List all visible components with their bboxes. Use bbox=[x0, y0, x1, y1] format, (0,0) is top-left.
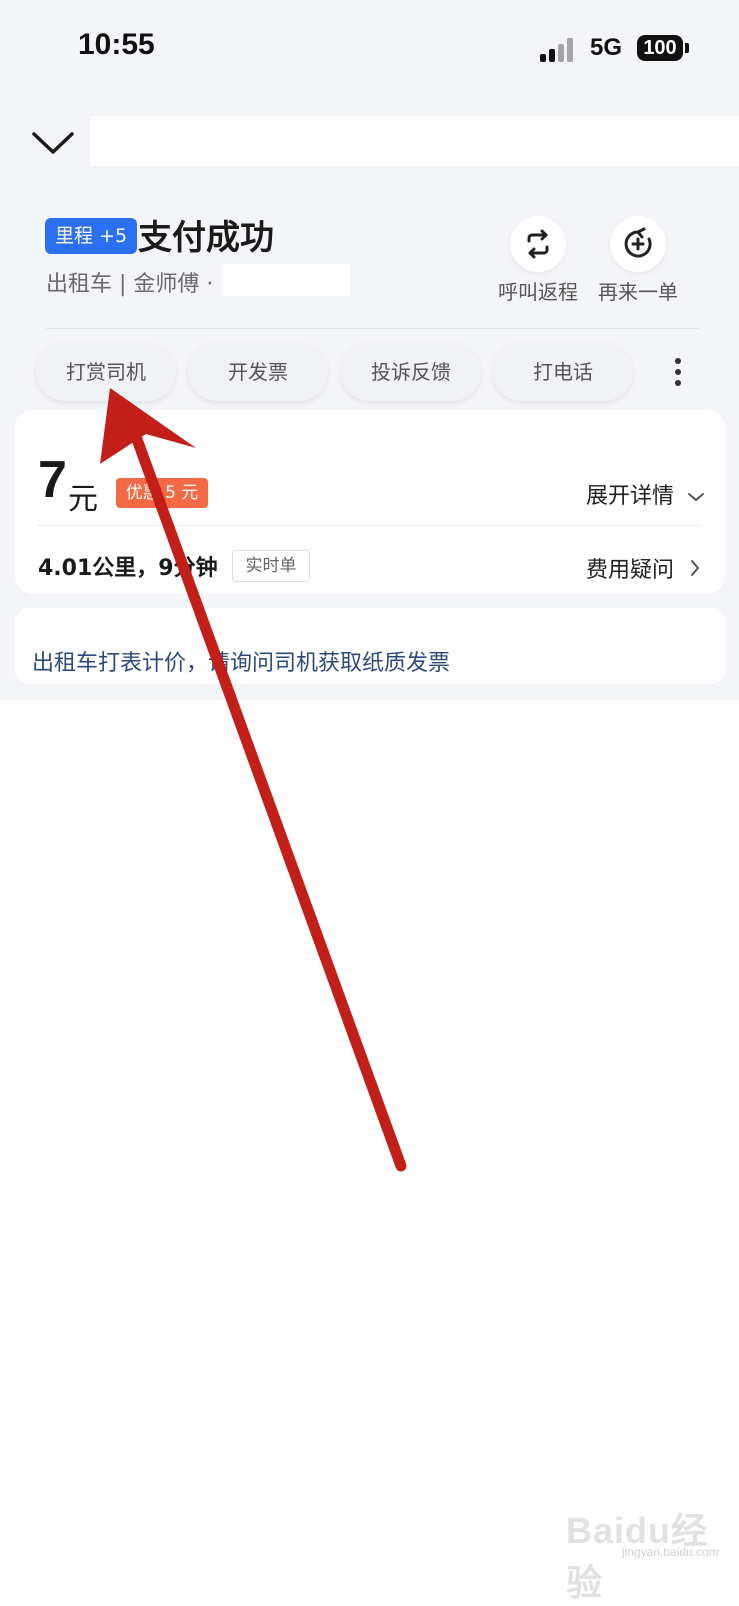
redacted-plate bbox=[222, 264, 350, 296]
reorder-icon bbox=[624, 227, 652, 258]
more-icon[interactable] bbox=[674, 358, 682, 388]
battery-tip bbox=[685, 43, 689, 53]
fare-amount: 7 bbox=[38, 451, 67, 509]
fee-question-label: 费用疑问 bbox=[586, 558, 675, 583]
expand-details-label: 展开详情 bbox=[586, 484, 675, 509]
trip-info: 4.01公里，9分钟 bbox=[38, 556, 218, 581]
invoice-button[interactable]: 开发票 bbox=[188, 343, 328, 401]
watermark-url: jingyan.baidu.com bbox=[622, 1545, 719, 1559]
page-title: 支付成功 bbox=[138, 218, 274, 258]
chevron-down-icon[interactable] bbox=[30, 126, 76, 160]
invoice-notice: 出租车打表计价，请询问司机获取纸质发票 bbox=[32, 651, 451, 676]
discount-badge: 优惠 5 元 bbox=[116, 478, 208, 508]
chevron-down-icon bbox=[688, 493, 705, 501]
return-trip-label: 呼叫返程 bbox=[498, 280, 578, 304]
divider bbox=[46, 328, 700, 329]
expand-details-link[interactable]: 展开详情 bbox=[586, 478, 705, 510]
complaint-button[interactable]: 投诉反馈 bbox=[341, 343, 481, 401]
return-trip-button[interactable] bbox=[510, 216, 566, 272]
divider bbox=[38, 525, 702, 526]
fare-unit: 元 bbox=[68, 482, 98, 517]
tip-driver-button[interactable]: 打赏司机 bbox=[36, 343, 176, 401]
driver-info: 出租车 | 金师傅 · bbox=[46, 272, 214, 297]
realtime-tag: 实时单 bbox=[232, 550, 310, 582]
chevron-right-icon bbox=[691, 560, 700, 576]
reorder-button[interactable] bbox=[610, 216, 666, 272]
return-trip-icon bbox=[527, 229, 549, 259]
battery-icon: 100 bbox=[637, 35, 683, 61]
fee-question-link[interactable]: 费用疑问 bbox=[586, 552, 701, 584]
call-button[interactable]: 打电话 bbox=[493, 343, 633, 401]
header-bar bbox=[90, 116, 739, 166]
status-time: 10:55 bbox=[78, 28, 155, 61]
signal-icon bbox=[540, 38, 576, 62]
mileage-badge: 里程 +5 bbox=[45, 218, 138, 254]
network-label: 5G bbox=[590, 34, 623, 61]
reorder-label: 再来一单 bbox=[598, 280, 678, 304]
